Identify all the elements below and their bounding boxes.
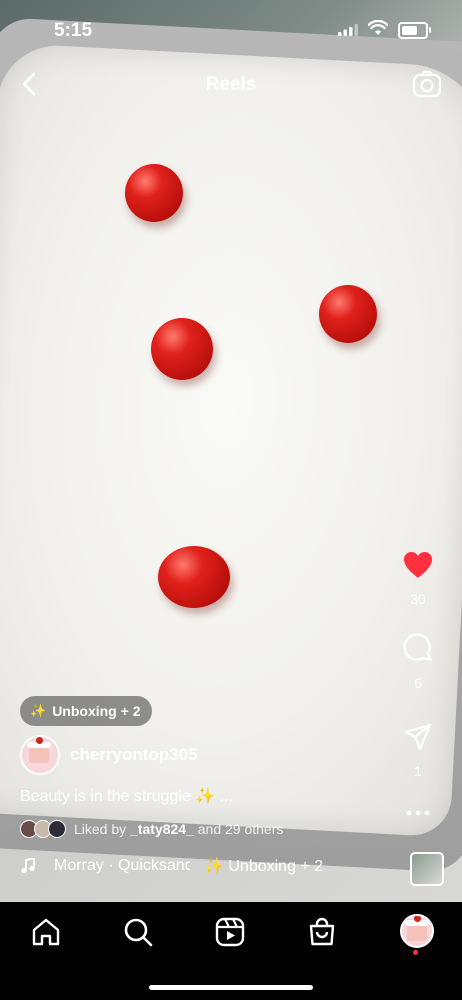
- liked-by[interactable]: Liked by _taty824_ and 29 others: [20, 820, 283, 838]
- audio-thumbnail[interactable]: [410, 852, 444, 886]
- search-icon[interactable]: [122, 916, 154, 948]
- sparkle-icon: ✨: [30, 703, 47, 718]
- home-icon[interactable]: [30, 916, 62, 948]
- share-icon[interactable]: [403, 722, 433, 752]
- more-icon[interactable]: [406, 809, 430, 817]
- status-time: 5:15: [54, 20, 93, 41]
- audio-effect[interactable]: ✨ Unboxing + 2: [204, 856, 323, 876]
- comment-action[interactable]: 6: [388, 632, 448, 691]
- camera-icon[interactable]: [412, 70, 442, 98]
- cherry: [125, 164, 183, 222]
- audio-title[interactable]: Morray · Quicksand: [54, 857, 190, 875]
- share-action[interactable]: 1: [388, 722, 448, 779]
- cherry: [151, 318, 213, 380]
- audio-row[interactable]: Morray · Quicksand ✨ Unboxing + 2: [20, 856, 330, 876]
- post-caption[interactable]: Beauty is in the struggle ✨ ...: [20, 786, 233, 806]
- battery-icon: [398, 22, 431, 39]
- share-count: 1: [414, 763, 422, 779]
- effect-chip[interactable]: ✨ Unboxing + 2: [20, 696, 153, 726]
- status-bar: 5:15: [0, 0, 462, 60]
- home-indicator: [149, 985, 313, 990]
- notification-dot: [413, 950, 418, 955]
- wifi-icon: [368, 20, 388, 35]
- liked-by-text: Liked by _taty824_ and 29 others: [74, 821, 284, 837]
- cherry: [319, 285, 377, 343]
- post-author[interactable]: cherryontop305: [20, 735, 198, 775]
- reels-icon[interactable]: [214, 916, 246, 948]
- heart-icon[interactable]: [402, 550, 434, 580]
- username[interactable]: cherryontop305: [70, 745, 198, 765]
- music-note-icon: [21, 858, 35, 874]
- comment-icon[interactable]: [402, 632, 434, 664]
- sparkle-icon: ✨: [204, 858, 224, 875]
- page-title: Reels: [205, 74, 257, 95]
- cherry: [158, 546, 230, 608]
- profile-tab-avatar[interactable]: [400, 914, 434, 948]
- avatar[interactable]: [20, 735, 60, 775]
- like-count: 30: [410, 591, 426, 607]
- more-action[interactable]: [388, 804, 448, 822]
- comment-count: 6: [414, 675, 422, 691]
- shop-icon[interactable]: [306, 916, 338, 948]
- effect-chip-label: Unboxing + 2: [52, 703, 141, 719]
- liker-avatar: [48, 820, 66, 838]
- cell-signal-icon: [338, 24, 358, 36]
- like-action[interactable]: 30: [388, 550, 448, 607]
